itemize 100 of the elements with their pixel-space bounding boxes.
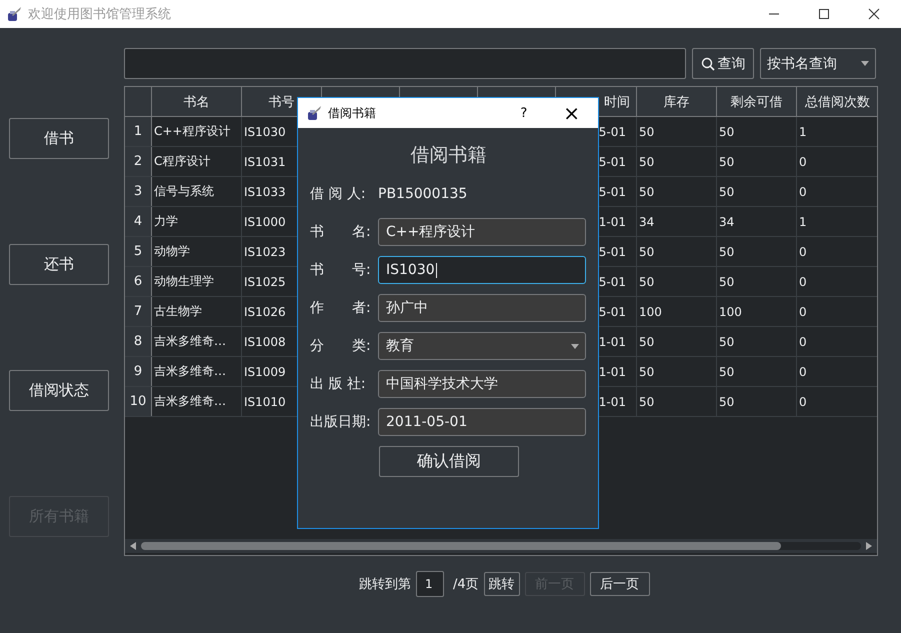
table-cell: IS1031 (244, 154, 286, 168)
input-field[interactable]: 中国科学技术大学 (378, 370, 586, 398)
table-cell: 1-01 (598, 214, 626, 228)
window-title: 欢迎使用图书馆管理系统 (28, 6, 171, 23)
table-cell: 动物生理学 (154, 273, 214, 290)
row-number: 5 (134, 244, 142, 259)
row-number: 4 (134, 214, 142, 229)
maximize-icon[interactable] (818, 8, 830, 20)
table-cell: 50 (719, 394, 734, 408)
category-dropdown[interactable]: 教育 (378, 332, 586, 360)
table-cell: 0 (799, 394, 807, 408)
row-number: 7 (134, 304, 142, 319)
sidebar-button[interactable]: 借书 (9, 118, 109, 159)
table-cell: 5-01 (598, 304, 626, 318)
table-cell: 50 (639, 124, 654, 138)
table-cell: 古生物学 (154, 303, 202, 320)
sidebar-button[interactable]: 还书 (9, 244, 109, 285)
help-button[interactable]: ? (520, 106, 528, 120)
table-cell: 50 (639, 154, 654, 168)
table-cell: 50 (719, 124, 734, 138)
field-label: 借 阅 人: (310, 185, 367, 203)
table-cell: 动物学 (154, 243, 190, 260)
field-label: 书 号: (310, 261, 372, 279)
field-label: 作 者: (310, 299, 372, 317)
table-cell: 0 (799, 244, 807, 258)
row-number: 1 (134, 124, 142, 139)
search-field[interactable] (124, 48, 686, 79)
table-cell: 力学 (154, 213, 178, 230)
column-header[interactable]: 总借阅次数 (805, 92, 870, 110)
table-cell: IS1033 (244, 184, 286, 198)
table-cell: 吉米多维奇… (154, 333, 226, 350)
input-field[interactable]: 2011-05-01 (378, 408, 586, 436)
close-button[interactable]: × (563, 103, 580, 123)
column-header[interactable]: 书号 (268, 92, 294, 110)
table-cell: 100 (719, 304, 742, 318)
table-cell: 1 (799, 124, 807, 138)
close-icon[interactable] (868, 8, 880, 20)
field-label: 出 版 社: (310, 375, 367, 393)
column-header[interactable]: 库存 (664, 92, 690, 110)
table-cell: 50 (639, 364, 654, 378)
table-cell: 0 (799, 304, 807, 318)
table-cell: 50 (719, 334, 734, 348)
column-header[interactable]: 时间 (604, 92, 630, 110)
field-label: 书 名: (310, 223, 372, 241)
row-number: 6 (134, 274, 142, 289)
dialog-heading: 借阅书籍 (410, 143, 488, 168)
page-count: /4页 (453, 576, 479, 593)
field-label: 出版日期: (310, 413, 372, 431)
page-label: 跳转到第 (359, 576, 411, 593)
table-cell: 50 (719, 244, 734, 258)
dialog-title: 借阅书籍 (328, 104, 376, 122)
sidebar-button[interactable]: 借阅状态 (9, 370, 109, 411)
scrollbar-thumb[interactable] (141, 542, 781, 550)
table-cell: 5-01 (598, 274, 626, 288)
table-cell: 0 (799, 364, 807, 378)
scroll-right-icon[interactable] (865, 542, 873, 550)
row-number: 8 (134, 334, 142, 349)
input-field[interactable]: IS1030 (378, 256, 586, 284)
input-field[interactable]: C++程序设计 (378, 218, 586, 246)
table-cell: 100 (639, 304, 662, 318)
table-cell: 1-01 (598, 394, 626, 408)
table-cell: C++程序设计 (154, 123, 230, 140)
column-header[interactable]: 书名 (184, 92, 210, 110)
table-cell: IS1026 (244, 304, 286, 318)
field-label: 分 类: (310, 337, 372, 355)
inkwell-icon (6, 6, 22, 22)
search-mode-dropdown[interactable]: 按书名查询 (760, 48, 876, 79)
table-cell: 0 (799, 274, 807, 288)
table-cell: 50 (639, 334, 654, 348)
table-cell: IS1010 (244, 394, 286, 408)
scroll-left-icon[interactable] (129, 542, 137, 550)
search-button[interactable]: 查询 (692, 48, 754, 79)
caret-icon (571, 344, 579, 348)
inkwell-icon (306, 105, 322, 121)
page-button[interactable]: 后一页 (590, 572, 650, 596)
page-button[interactable]: 跳转 (484, 572, 520, 596)
table-cell: IS1023 (244, 244, 286, 258)
table-cell: 0 (799, 154, 807, 168)
horizontal-scrollbar[interactable] (125, 539, 877, 553)
table-cell: 1-01 (598, 364, 626, 378)
table-cell: IS1000 (244, 214, 286, 228)
table-cell: 50 (639, 394, 654, 408)
borrower-id: PB15000135 (378, 186, 468, 202)
table-cell: 5-01 (598, 184, 626, 198)
row-number: 10 (130, 394, 146, 409)
table-cell: 5-01 (598, 154, 626, 168)
table-cell: 0 (799, 184, 807, 198)
table-cell: 50 (639, 244, 654, 258)
page-input[interactable]: 1 (416, 571, 444, 597)
table-cell: IS1008 (244, 334, 286, 348)
confirm-button[interactable]: 确认借阅 (379, 446, 519, 477)
row-number: 2 (134, 154, 142, 169)
table-cell: 50 (719, 154, 734, 168)
table-cell: 34 (719, 214, 734, 228)
input-field[interactable]: 孙广中 (378, 294, 586, 322)
table-cell: 吉米多维奇… (154, 363, 226, 380)
caret-icon (861, 61, 869, 66)
table-cell: 0 (799, 334, 807, 348)
column-header[interactable]: 剩余可借 (730, 92, 782, 110)
search-icon (700, 56, 714, 70)
